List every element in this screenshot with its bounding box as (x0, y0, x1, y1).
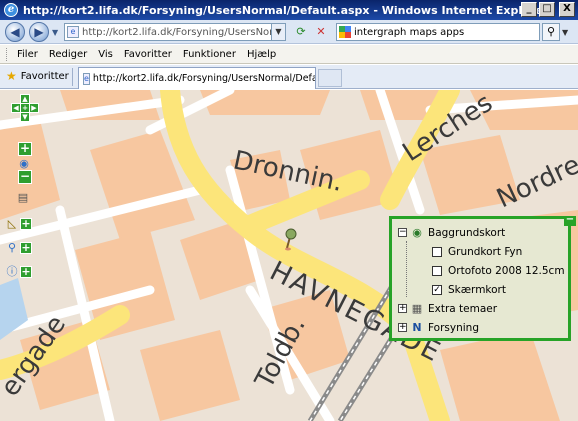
pan-east-icon[interactable]: ▶ (29, 103, 39, 113)
close-button[interactable]: X (559, 2, 575, 17)
layer-item-grundkort-fyn[interactable]: Grundkort Fyn (398, 242, 568, 261)
layer-label: Skærmkort (448, 283, 506, 296)
zoom-out-button[interactable]: − (18, 170, 32, 184)
menu-favoritter[interactable]: Favoritter (124, 49, 172, 60)
address-field[interactable]: e http://kort2.lifa.dk/Forsyning/UsersNo… (64, 23, 286, 41)
tab-separator (72, 68, 73, 86)
tab-bar: ★ Favoritter e http://kort2.lifa.dk/Fors… (0, 65, 578, 89)
layer-label: Baggrundskort (428, 226, 506, 239)
favorites-label: Favoritter (20, 70, 69, 82)
title-bar: e http://kort2.lifa.dk/Forsyning/UsersNo… (0, 0, 578, 20)
collapse-icon[interactable]: − (398, 228, 407, 237)
menu-bar: Filer Rediger Vis Favoritter Funktioner … (0, 45, 578, 64)
forward-button[interactable]: ▶ (29, 22, 49, 42)
google-icon (339, 26, 351, 38)
ie-logo-icon: e (4, 3, 18, 17)
layer-label: Grundkort Fyn (448, 245, 523, 258)
zoom-in-button[interactable]: + (18, 142, 32, 156)
minimize-button[interactable]: _ (521, 2, 537, 17)
tab-title: http://kort2.lifa.dk/Forsyning/UsersNorm… (92, 73, 315, 84)
search-options-icon[interactable]: ▼ (562, 28, 568, 37)
tab-page-icon: e (83, 72, 90, 85)
measure-expand-icon[interactable]: + (20, 218, 32, 230)
window-title: http://kort2.lifa.dk/Forsyning/UsersNorm… (23, 3, 549, 17)
back-button[interactable]: ◀ (5, 22, 25, 42)
search-input[interactable] (354, 26, 534, 38)
address-dropdown-icon[interactable]: ▼ (271, 24, 285, 40)
refresh-icon[interactable]: ⟳ (293, 24, 309, 40)
menu-filer[interactable]: Filer (17, 49, 38, 60)
expand-icon[interactable]: + (398, 323, 407, 332)
pan-south-icon[interactable]: ▼ (20, 112, 30, 122)
pan-control: ▲ ◀ + ▶ ▼ (11, 94, 39, 122)
location-pin-icon[interactable] (283, 228, 299, 252)
layer-checkbox-checked[interactable]: ✓ (432, 284, 442, 295)
layer-group-extra-temaer[interactable]: + ▦ Extra temaer (398, 299, 568, 318)
search-tool[interactable]: ⚲ + (5, 240, 33, 256)
map-canvas[interactable]: Dronnin. Lerches Nordre HAVNEGADE Toldb.… (0, 90, 578, 421)
ruler-icon: ◺ (7, 217, 17, 230)
star-icon: ★ (6, 69, 17, 83)
print-tool[interactable]: ▤ (16, 190, 44, 206)
menu-rediger[interactable]: Rediger (49, 49, 87, 60)
search-expand-icon[interactable]: + (20, 242, 32, 254)
n-logo-icon: N (412, 320, 422, 334)
maximize-button[interactable]: □ (539, 2, 555, 17)
address-url[interactable]: http://kort2.lifa.dk/Forsyning/UsersNorm… (82, 27, 271, 38)
measure-tool[interactable]: ◺ + (5, 216, 33, 232)
layer-item-skaermkort[interactable]: ✓ Skærmkort (398, 280, 568, 299)
layer-item-ortofoto[interactable]: Ortofoto 2008 12.5cm (398, 261, 568, 280)
layer-label: Forsyning (428, 321, 479, 334)
stop-icon[interactable]: ✕ (313, 24, 329, 40)
globe-icon: ◉ (412, 225, 422, 239)
page-icon: e (67, 26, 79, 38)
search-box[interactable] (336, 23, 540, 41)
history-dropdown-icon[interactable]: ▼ (52, 28, 58, 37)
grid-icon: ▦ (411, 301, 423, 315)
new-tab-button[interactable] (318, 69, 342, 87)
menu-funktioner[interactable]: Funktioner (183, 49, 236, 60)
tab-active[interactable]: e http://kort2.lifa.dk/Forsyning/UsersNo… (78, 67, 316, 89)
printer-icon: ▤ (17, 191, 29, 204)
toolbar-grip (6, 47, 9, 61)
layer-label: Ortofoto 2008 12.5cm (448, 264, 565, 277)
layer-panel: − − ◉ Baggrundskort Grundkort Fyn Ortofo… (389, 215, 576, 341)
layer-checkbox[interactable] (432, 246, 442, 257)
layer-label: Extra temaer (428, 302, 498, 315)
layer-checkbox[interactable] (432, 265, 442, 276)
info-tool[interactable]: ⓘ + (5, 264, 33, 280)
magnifier-icon: ⚲ (7, 241, 17, 254)
info-expand-icon[interactable]: + (20, 266, 32, 278)
search-button[interactable]: ⚲ (542, 23, 560, 41)
layer-group-baggrundskort[interactable]: − ◉ Baggrundskort (398, 223, 568, 242)
layer-group-forsyning[interactable]: + N Forsyning (398, 318, 568, 337)
address-toolbar: ◀ ▶ ▼ e http://kort2.lifa.dk/Forsyning/U… (0, 20, 578, 44)
info-icon: ⓘ (6, 265, 18, 278)
expand-icon[interactable]: + (398, 304, 407, 313)
menu-hjaelp[interactable]: Hjælp (247, 49, 276, 60)
favorites-button[interactable]: ★ Favoritter (6, 69, 69, 83)
menu-vis[interactable]: Vis (98, 49, 113, 60)
